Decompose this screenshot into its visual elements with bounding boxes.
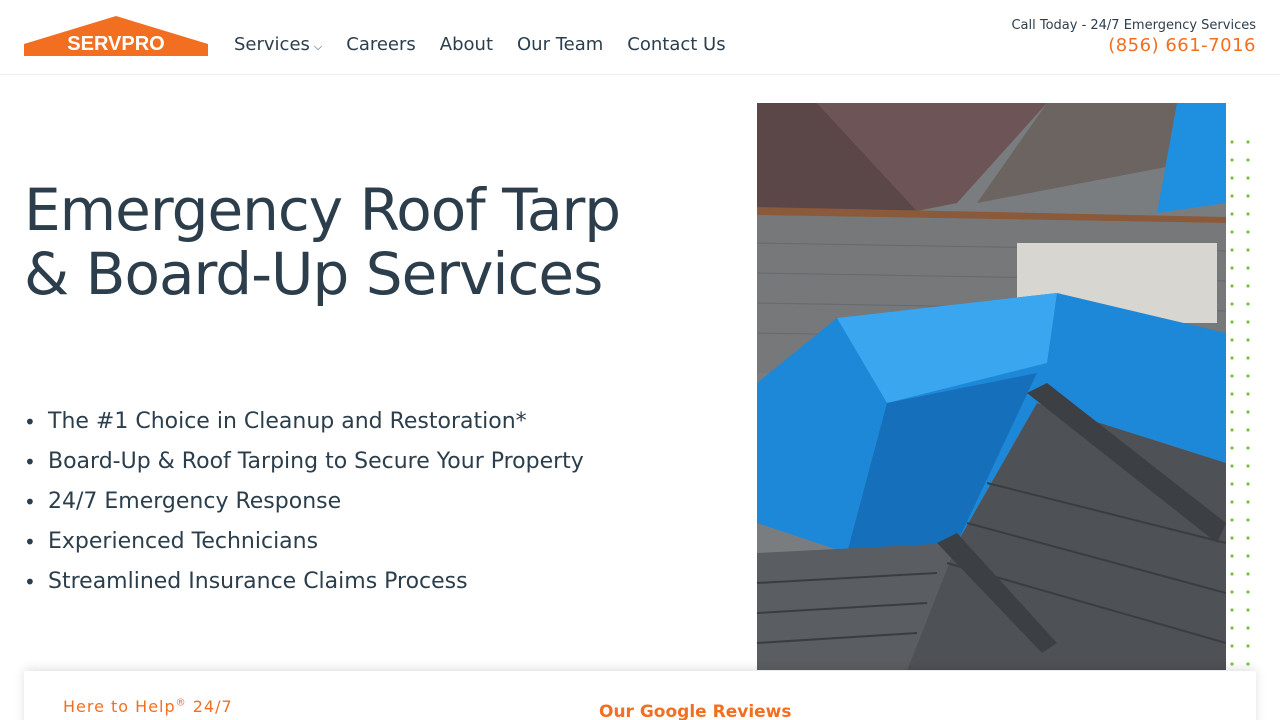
- registered-mark: ®: [175, 697, 187, 709]
- here-to-help-suffix: 24/7: [186, 697, 233, 716]
- google-reviews-title: Our Google Reviews: [599, 702, 792, 720]
- here-to-help-text: Here to Help® 24/7: [63, 697, 233, 716]
- nav-label-about: About: [439, 34, 493, 55]
- decorative-dots: [1230, 140, 1250, 666]
- nav-item-our-team[interactable]: Our Team: [517, 34, 603, 55]
- list-item: Experienced Technicians: [24, 522, 584, 562]
- page-title: Emergency Roof Tarp & Board-Up Services: [24, 176, 621, 308]
- list-item: 24/7 Emergency Response: [24, 482, 584, 522]
- chevron-down-icon: ⌵: [313, 39, 323, 53]
- svg-text:SERVPRO: SERVPRO: [67, 33, 164, 55]
- site-header: SERVPRO Services ⌵ Careers About Our Tea…: [0, 0, 1280, 75]
- roof-tarp-photo: [757, 103, 1226, 670]
- benefit-list: The #1 Choice in Cleanup and Restoration…: [24, 402, 584, 602]
- nav-item-about[interactable]: About: [440, 34, 493, 55]
- servpro-logo[interactable]: SERVPRO: [24, 16, 208, 58]
- nav-item-contact-us[interactable]: Contact Us: [627, 34, 725, 55]
- nav-label-services: Services: [234, 34, 310, 55]
- call-label: Call Today - 24/7 Emergency Services: [1011, 18, 1256, 33]
- phone-link[interactable]: (856) 661-7016: [1011, 35, 1256, 56]
- info-card: Here to Help® 24/7 Our Google Reviews: [24, 671, 1256, 720]
- nav-label-careers: Careers: [346, 34, 416, 55]
- nav-item-careers[interactable]: Careers: [346, 34, 416, 55]
- nav-item-services[interactable]: Services ⌵: [234, 34, 322, 55]
- list-item: The #1 Choice in Cleanup and Restoration…: [24, 402, 584, 442]
- main-nav: Services ⌵ Careers About Our Team Contac…: [234, 34, 750, 55]
- nav-label-contact-us: Contact Us: [627, 34, 726, 55]
- list-item: Board-Up & Roof Tarping to Secure Your P…: [24, 442, 584, 482]
- nav-label-our-team: Our Team: [517, 34, 604, 55]
- call-block: Call Today - 24/7 Emergency Services (85…: [1011, 18, 1256, 56]
- here-to-help-label: Here to Help: [63, 697, 176, 716]
- list-item: Streamlined Insurance Claims Process: [24, 562, 584, 602]
